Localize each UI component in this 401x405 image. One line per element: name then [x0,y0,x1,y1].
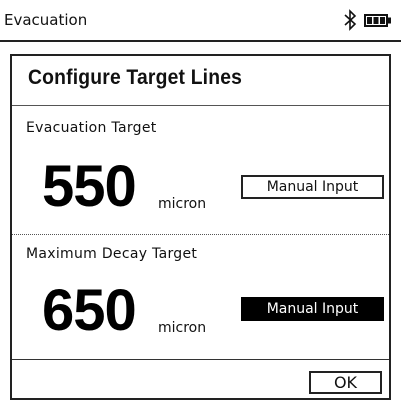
device-screen: Evacuation Configure Target Lines Evacua… [0,0,401,405]
configure-target-lines-dialog: Configure Target Lines Evacuation Target… [10,54,391,400]
evacuation-manual-input-button[interactable]: Manual Input [241,175,384,199]
evacuation-target-label: Evacuation Target [26,120,157,136]
status-title: Evacuation [4,11,88,29]
footer-divider [12,359,389,360]
status-bar: Evacuation [0,0,401,42]
max-decay-manual-input-button[interactable]: Manual Input [241,297,384,321]
max-decay-target-unit: micron [158,320,207,336]
dialog-title: Configure Target Lines [28,66,243,89]
evacuation-target-value: 550 [42,154,137,219]
dialog-header: Configure Target Lines [12,56,389,106]
ok-button[interactable]: OK [309,371,382,394]
max-decay-target-value: 650 [42,278,137,343]
max-decay-target-label: Maximum Decay Target [26,246,198,262]
section-divider [12,234,389,235]
evacuation-target-unit: micron [158,196,207,212]
battery-icon [364,14,391,27]
bluetooth-icon [344,9,357,31]
